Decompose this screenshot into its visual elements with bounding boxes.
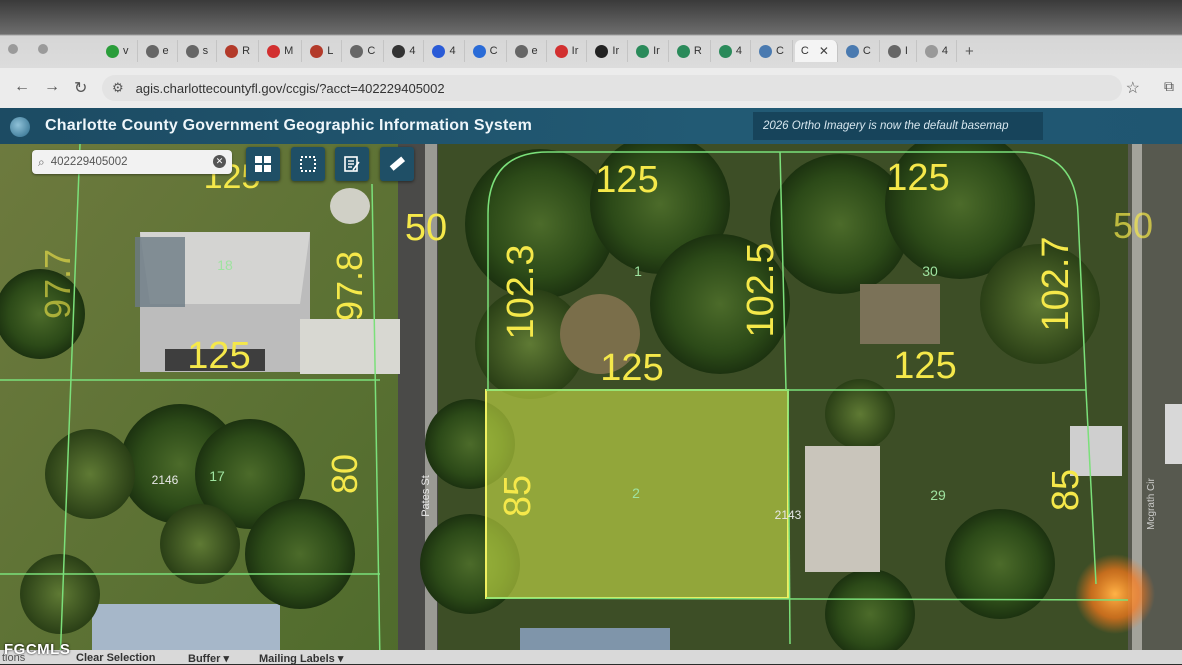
tab-label: C (862, 45, 871, 57)
redfin-icon (225, 44, 239, 58)
browser-tab[interactable]: L (304, 40, 343, 62)
search-input[interactable]: 402229405002 (51, 156, 128, 168)
gis-header: Charlotte County Government Geographic I… (0, 108, 1182, 144)
aerial-map[interactable] (0, 144, 1182, 664)
cube-icon (310, 44, 324, 58)
search-icon: ⌕ (38, 154, 45, 169)
tab-label: L (327, 45, 334, 57)
notepad-icon (344, 156, 360, 172)
ruler-icon (389, 156, 406, 171)
browser-tab[interactable]: M (261, 40, 303, 62)
browser-tab[interactable]: R (219, 40, 260, 62)
tab-label: Ir (612, 45, 620, 57)
selected-parcel[interactable] (485, 389, 789, 599)
browser-tab[interactable]: Ir (589, 40, 629, 62)
browser-tab[interactable]: 4 (426, 40, 465, 62)
new-tab-button[interactable]: + (965, 43, 974, 60)
whatsapp-icon (106, 44, 119, 58)
browser-tab[interactable]: R (671, 40, 711, 62)
tab-label: C (367, 45, 376, 57)
back-arrow-icon[interactable]: ← (14, 78, 30, 96)
tab-label: 4 (449, 45, 456, 57)
clear-selection-button[interactable]: Clear Selection (76, 652, 155, 664)
browser-tab[interactable]: 4 (386, 40, 425, 62)
browser-tab[interactable]: C (840, 40, 880, 62)
measure-tool-button[interactable] (380, 147, 414, 181)
tab-label: Ir (571, 45, 579, 57)
tab-label: s (202, 45, 209, 57)
globe-icon (185, 44, 199, 58)
edit-notes-button[interactable] (335, 147, 369, 181)
browser-tab[interactable]: Ir (630, 40, 669, 62)
browser-tab-strip: v e s R M L C 4 4 Ce Ir Ir Ir R 4 C C ✕ C I 4 + (0, 0, 1182, 68)
url-field[interactable]: ⚙ agis.charlottecountyfl.gov/ccgis/?acct… (102, 75, 1122, 101)
url-text: agis.charlottecountyfl.gov/ccgis/?acct=4… (135, 80, 445, 96)
map-icon (718, 44, 732, 58)
basemap-notice: 2026 Ortho Imagery is now the default ba… (753, 112, 1043, 140)
tab-label: I (904, 45, 908, 57)
address-bar: ← → ↻ ⚙ agis.charlottecountyfl.gov/ccgis… (0, 68, 1182, 109)
globe-icon (845, 44, 859, 58)
extensions-icon[interactable]: ⧉ (1164, 78, 1174, 95)
browser-tab[interactable]: C (467, 40, 507, 62)
clock-icon (392, 44, 406, 58)
browser-tab[interactable]: 4 (713, 40, 751, 62)
county-logo (10, 117, 30, 137)
buffer-dropdown[interactable]: Buffer ▾ (188, 652, 229, 665)
map-view[interactable]: 125 125 125 125 125 125 50 50 102.3 102.… (0, 144, 1182, 664)
grid-icon (255, 156, 271, 172)
globe-icon (514, 44, 528, 58)
tab-label: Ir (653, 45, 660, 57)
tab-label: M (284, 45, 294, 57)
globe-icon (758, 44, 772, 58)
browser-tab[interactable]: e (140, 40, 178, 62)
browser-tab[interactable]: C ✕ (794, 40, 838, 62)
map-icon (636, 44, 650, 58)
tab-label: 4 (409, 45, 416, 57)
browser-tab[interactable]: I (882, 40, 917, 62)
tab-label: C (800, 45, 809, 57)
parcel-search-box[interactable]: ⌕ 402229405002 ✕ (32, 150, 232, 174)
google-icon (924, 44, 938, 58)
tab-label: e (162, 45, 169, 57)
square-icon (472, 44, 486, 58)
tab-label: e (531, 45, 538, 57)
tab-label: 4 (941, 45, 949, 57)
browser-tab[interactable]: C (753, 40, 793, 62)
select-tool-button[interactable] (291, 147, 325, 181)
tab-label: C (775, 45, 784, 57)
browser-tab[interactable]: e (509, 40, 547, 62)
selection-box-icon (300, 156, 316, 172)
browser-tab[interactable]: v (100, 40, 138, 62)
reload-icon[interactable]: ↻ (74, 78, 87, 98)
globe-icon (350, 44, 364, 58)
globe-icon (887, 44, 901, 58)
map-icon (676, 44, 690, 58)
browser-tab[interactable]: 4 (919, 40, 958, 62)
forward-arrow-icon[interactable]: → (44, 78, 60, 96)
v-icon (595, 44, 609, 58)
tab-label: v (123, 45, 129, 57)
tab-list: v e s R M L C 4 4 Ce Ir Ir Ir R 4 C C ✕ C I 4 + (0, 38, 1182, 64)
site-settings-icon[interactable]: ⚙ (112, 80, 124, 96)
basemap-gallery-button[interactable] (246, 147, 280, 181)
bookmark-star-icon[interactable]: ☆ (1126, 78, 1140, 98)
zillow-icon (432, 44, 446, 58)
watermark: FGCMLS (4, 641, 71, 658)
page-title: Charlotte County Government Geographic I… (45, 117, 533, 134)
browser-tab[interactable]: s (180, 40, 218, 62)
clear-search-icon[interactable]: ✕ (213, 155, 226, 168)
tab-label: R (693, 45, 702, 57)
close-tab-icon[interactable]: ✕ (819, 44, 829, 58)
tab-label: R (242, 45, 251, 57)
gmail-icon (554, 44, 568, 58)
tab-label: C (489, 45, 498, 57)
tab-label: 4 (735, 45, 742, 57)
bottom-toolbar: tions Clear Selection Buffer ▾ Mailing L… (0, 650, 1182, 665)
target-icon (267, 44, 281, 58)
browser-tab[interactable]: Ir (549, 40, 588, 62)
browser-tab[interactable]: C (344, 40, 385, 62)
globe-icon (145, 44, 159, 58)
mailing-labels-dropdown[interactable]: Mailing Labels ▾ (259, 652, 343, 665)
